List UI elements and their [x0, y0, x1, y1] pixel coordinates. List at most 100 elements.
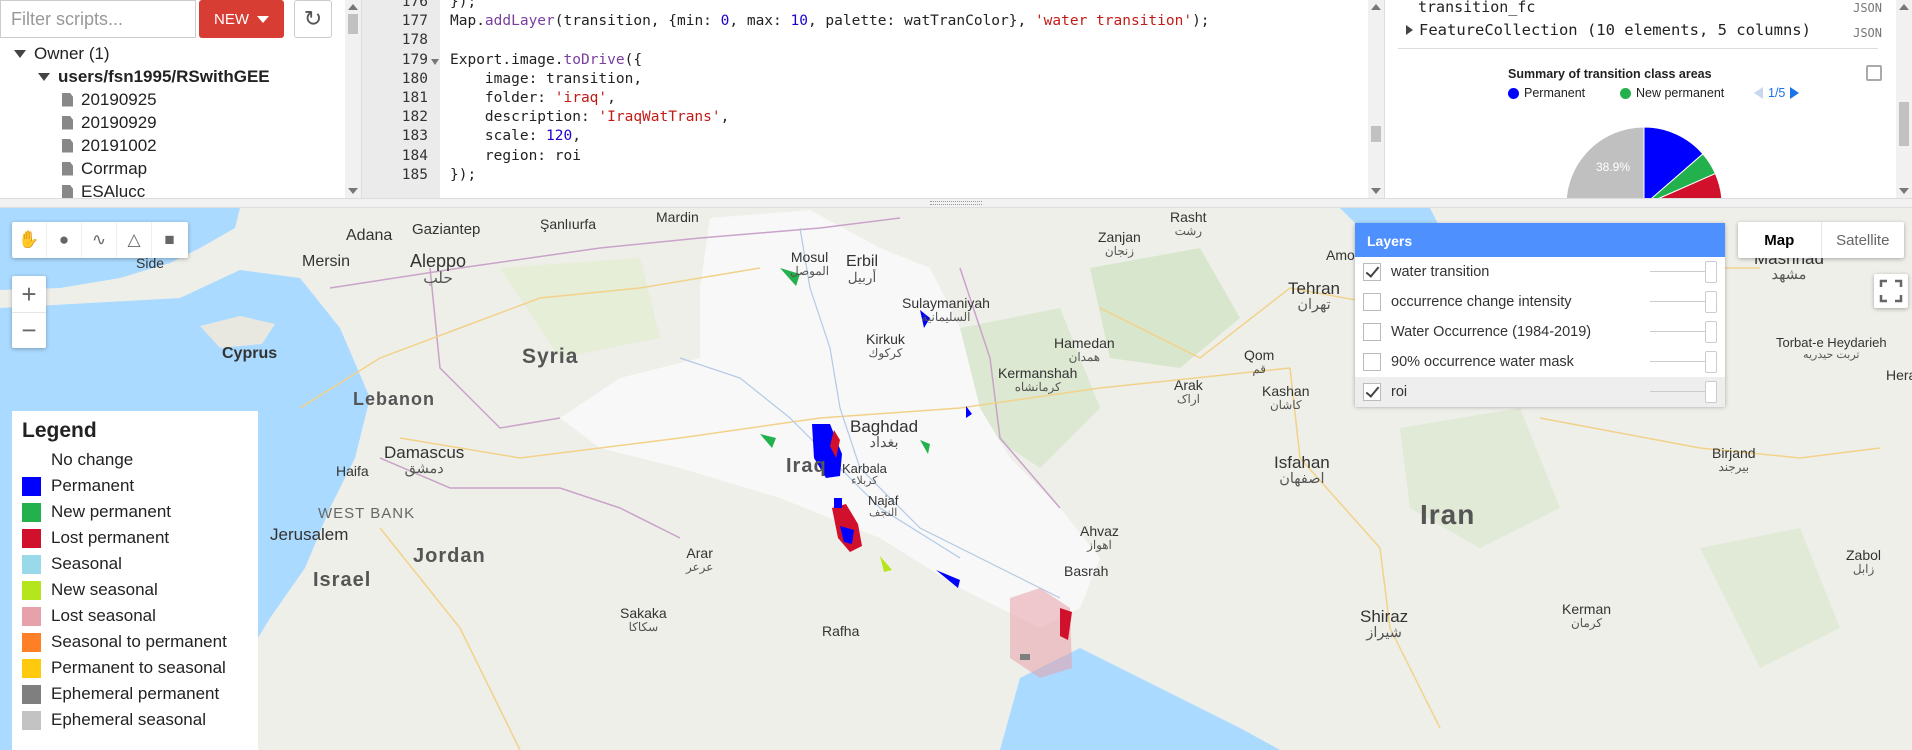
- scroll-up-icon: [1371, 4, 1381, 10]
- feature-collection-row[interactable]: FeatureCollection (10 elements, 5 column…: [1406, 21, 1811, 39]
- tree-item-script[interactable]: 20190925: [0, 88, 345, 111]
- green-area: [500, 258, 660, 358]
- fullscreen-button[interactable]: [1874, 274, 1908, 308]
- scroll-thumb[interactable]: [1371, 126, 1381, 142]
- tree-item-script[interactable]: 20190929: [0, 111, 345, 134]
- map-type-map-button[interactable]: Map: [1738, 222, 1822, 258]
- place-name-local: الموصل: [790, 263, 830, 278]
- place-name: Gaziantep: [412, 221, 481, 238]
- editor-scrollbar[interactable]: [1368, 0, 1384, 198]
- expand-icon: [1406, 25, 1413, 35]
- fold-icon[interactable]: [431, 58, 439, 65]
- place-label: Hamedan همدان: [1054, 336, 1115, 363]
- filter-scripts-input[interactable]: Filter scripts...: [0, 0, 196, 38]
- console-scrollbar[interactable]: [1896, 0, 1912, 198]
- opacity-slider-handle[interactable]: [1705, 321, 1717, 343]
- zoom-in-button[interactable]: +: [12, 276, 46, 312]
- opacity-slider-handle[interactable]: [1705, 381, 1717, 403]
- place-label: Arak اراک: [1174, 378, 1203, 405]
- refresh-button[interactable]: ↻: [294, 0, 332, 38]
- legend-dot: [1620, 87, 1631, 99]
- expand-icon: [14, 49, 26, 58]
- layer-row[interactable]: roi: [1355, 377, 1725, 407]
- place-name: Amol: [1326, 247, 1358, 263]
- popout-icon[interactable]: [1866, 65, 1882, 81]
- place-label: Amol: [1326, 248, 1358, 263]
- splitter-grip[interactable]: [930, 201, 982, 205]
- legend-item: Seasonal to permanent: [22, 629, 248, 655]
- file-icon: [62, 92, 73, 107]
- layer-row[interactable]: Water Occurrence (1984-2019): [1355, 317, 1725, 347]
- code-line: description: 'IraqWatTrans',: [450, 109, 730, 126]
- legend-swatch: [22, 450, 41, 470]
- tree-item-repo[interactable]: users/fsn1995/RSwithGEE: [0, 65, 345, 88]
- place-name-local: همدان: [1068, 349, 1101, 364]
- layer-row[interactable]: occurrence change intensity: [1355, 287, 1725, 317]
- layer-row[interactable]: water transition: [1355, 257, 1725, 287]
- line-icon[interactable]: ∿: [82, 222, 117, 258]
- place-name: Haifa: [336, 463, 369, 479]
- legend-pager[interactable]: 1/5: [1754, 86, 1800, 100]
- tree-item-script[interactable]: 20191002: [0, 134, 345, 157]
- opacity-slider[interactable]: [1650, 331, 1708, 332]
- layer-checkbox[interactable]: [1363, 353, 1381, 371]
- json-link[interactable]: JSON: [1853, 1, 1882, 15]
- place-name: Kirkuk: [866, 331, 905, 347]
- layer-label: Water Occurrence (1984-2019): [1391, 324, 1592, 340]
- panel-splitter[interactable]: [0, 198, 1912, 208]
- code-editor[interactable]: 176 177 178 179 180 181 182 183 184 185 }); Map.ad…: [362, 0, 1385, 198]
- tree-item-script[interactable]: ESAlucc: [0, 180, 345, 198]
- opacity-slider-handle[interactable]: [1705, 351, 1717, 373]
- marker-icon[interactable]: ●: [47, 222, 82, 258]
- opacity-slider[interactable]: [1650, 361, 1708, 362]
- line-gutter: 176 177 178 179 180 181 182 183 184 185: [362, 0, 440, 198]
- tree-item-count: (1): [88, 44, 110, 63]
- next-page-icon[interactable]: [1790, 87, 1800, 99]
- pan-hand-icon[interactable]: ✋: [12, 222, 47, 258]
- line-number: 178: [401, 32, 428, 49]
- scroll-down-icon: [348, 188, 358, 194]
- file-icon: [62, 161, 73, 176]
- map-canvas[interactable]: Gaziantep Şanlıurfa Mardin Adana Mersin Side A…: [0, 208, 1912, 750]
- tree-item-script[interactable]: Corrmap: [0, 157, 345, 180]
- previous-page-icon[interactable]: [1754, 87, 1763, 99]
- place-name: Qom: [1244, 347, 1275, 363]
- layer-checkbox[interactable]: [1363, 293, 1381, 311]
- polygon-icon[interactable]: △: [117, 222, 152, 258]
- json-link[interactable]: JSON: [1853, 26, 1882, 40]
- map-type-satellite-button[interactable]: Satellite: [1822, 222, 1905, 258]
- legend-label: Seasonal: [51, 554, 122, 573]
- opacity-slider[interactable]: [1650, 391, 1708, 392]
- opacity-slider-handle[interactable]: [1705, 261, 1717, 283]
- opacity-slider[interactable]: [1650, 271, 1708, 272]
- pie-chart: 38.9%: [1565, 126, 1723, 198]
- file-icon: [62, 115, 73, 130]
- scroll-thumb[interactable]: [348, 14, 358, 34]
- scroll-thumb[interactable]: [1899, 102, 1909, 146]
- scroll-up-icon: [1899, 4, 1909, 10]
- opacity-slider-handle[interactable]: [1705, 291, 1717, 313]
- zoom-out-button[interactable]: −: [12, 312, 46, 348]
- code-line: scale: 120,: [450, 128, 581, 145]
- new-button[interactable]: NEW: [199, 0, 284, 38]
- scripts-scrollbar[interactable]: [345, 0, 361, 198]
- scroll-down-icon: [1899, 188, 1909, 194]
- legend-label: Lost seasonal: [51, 606, 156, 625]
- legend-item: Permanent to seasonal: [22, 655, 248, 681]
- place-name: Mosul: [790, 249, 829, 265]
- line-number: 176: [401, 0, 428, 10]
- rectangle-icon[interactable]: ■: [152, 222, 187, 258]
- place-name: Basrah: [1064, 563, 1109, 579]
- opacity-slider[interactable]: [1650, 301, 1708, 302]
- tree-item-owner[interactable]: Owner (1): [0, 42, 345, 65]
- place-name: Damascus: [384, 443, 465, 462]
- place-label: Iran: [1420, 500, 1475, 529]
- legend-label: New permanent: [51, 502, 172, 521]
- place-name: Najaf: [868, 493, 899, 508]
- tree-item-label: ESAlucc: [81, 182, 146, 198]
- layer-checkbox[interactable]: [1363, 263, 1381, 281]
- chart-legend-item: Permanent: [1508, 86, 1585, 100]
- layer-checkbox[interactable]: [1363, 383, 1381, 401]
- layer-row[interactable]: 90% occurrence water mask: [1355, 347, 1725, 377]
- layer-checkbox[interactable]: [1363, 323, 1381, 341]
